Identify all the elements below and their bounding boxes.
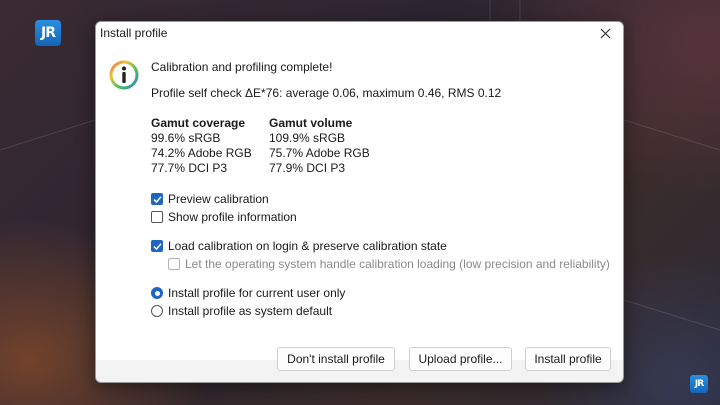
install-system-default-label: Install profile as system default: [168, 304, 333, 318]
preview-calibration-option[interactable]: Preview calibration: [151, 190, 613, 208]
install-profile-dialog: Install profile Calibration and profilin…: [95, 21, 624, 383]
gamut-volume-dci-p3: 77.9% DCI P3: [269, 161, 346, 175]
preview-calibration-label: Preview calibration: [168, 192, 269, 206]
dont-install-profile-button-footer[interactable]: Don't install profile: [277, 347, 395, 371]
load-calibration-label: Load calibration on login & preserve cal…: [168, 239, 447, 253]
load-calibration-checkbox[interactable]: [151, 240, 163, 252]
os-handle-calibration-label: Let the operating system handle calibrat…: [185, 257, 610, 271]
os-handle-calibration-option: Let the operating system handle calibrat…: [151, 255, 613, 273]
jr-watermark-logo: JR: [690, 375, 708, 393]
gamut-volume-adobe-rgb: 75.7% Adobe RGB: [269, 146, 370, 160]
gamut-volume-srgb: 109.9% sRGB: [269, 131, 346, 145]
gamut-coverage-srgb: 99.6% sRGB: [151, 131, 221, 145]
os-handle-calibration-checkbox: [168, 258, 180, 270]
gamut-coverage-adobe-rgb: 74.2% Adobe RGB: [151, 146, 252, 160]
gamut-table: Gamut coverage 99.6% sRGB 74.2% Adobe RG…: [151, 115, 613, 176]
gamut-volume-header: Gamut volume: [269, 116, 353, 130]
show-profile-information-label: Show profile information: [168, 210, 297, 224]
jr-logo: JR: [35, 20, 61, 46]
options-group: Preview calibration Show profile informa…: [151, 190, 613, 320]
gamut-coverage-column: Gamut coverage 99.6% sRGB 74.2% Adobe RG…: [151, 115, 269, 176]
jr-watermark-text: JR: [694, 379, 704, 389]
install-current-user-option[interactable]: Install profile for current user only: [151, 284, 613, 302]
gamut-coverage-header: Gamut coverage: [151, 116, 246, 130]
load-calibration-option[interactable]: Load calibration on login & preserve cal…: [151, 237, 613, 255]
show-profile-information-checkbox[interactable]: [151, 211, 163, 223]
gamut-coverage-dci-p3: 77.7% DCI P3: [151, 161, 228, 175]
info-icon: [109, 60, 139, 90]
completion-heading: Calibration and profiling complete!: [151, 60, 333, 74]
dialog-titlebar: Install profile: [96, 22, 623, 44]
preview-calibration-checkbox[interactable]: [151, 193, 163, 205]
dialog-body: Calibration and profiling complete! Prof…: [96, 44, 623, 360]
gamut-volume-column: Gamut volume 109.9% sRGB 75.7% Adobe RGB…: [269, 115, 387, 176]
close-icon[interactable]: [595, 23, 615, 43]
install-system-default-radio[interactable]: [151, 305, 163, 317]
show-profile-information-option[interactable]: Show profile information: [151, 208, 613, 226]
dialog-title: Install profile: [100, 26, 168, 40]
self-check-summary: Profile self check ΔE*76: average 0.06, …: [151, 86, 502, 100]
install-current-user-radio[interactable]: [151, 287, 163, 299]
install-system-default-option[interactable]: Install profile as system default: [151, 302, 613, 320]
install-current-user-label: Install profile for current user only: [168, 286, 346, 300]
dialog-content: Calibration and profiling complete! Prof…: [151, 59, 613, 320]
jr-logo-text: JR: [41, 25, 56, 41]
upload-profile-button[interactable]: Upload profile...: [409, 347, 512, 371]
install-profile-button[interactable]: Install profile: [525, 347, 611, 371]
